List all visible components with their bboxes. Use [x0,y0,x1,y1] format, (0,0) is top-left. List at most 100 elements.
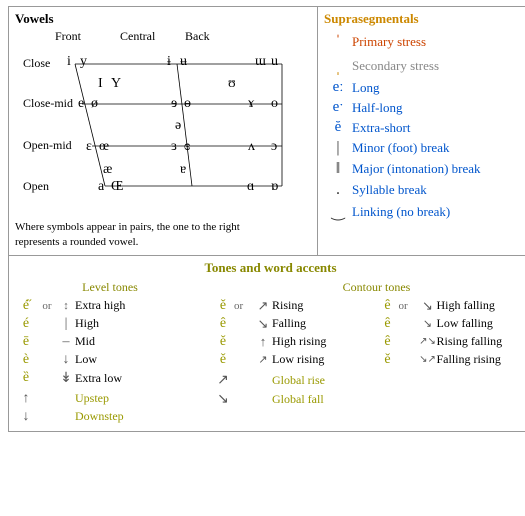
low-rising-label: Low rising [272,352,377,367]
high-falling-label: High falling [437,298,525,313]
global-rise-label: Global rise [272,373,377,388]
contour-falling: ê ↘ Falling [212,316,377,332]
vowels-note: Where symbols appear in pairs, the one t… [15,220,311,251]
rising-arrow: ↗ [254,298,272,314]
downstep-sym: ↓ [15,409,37,425]
vowel-chart: Close Close-mid Open-mid Open i y ɨ ʉ ɯ … [23,46,311,216]
vowel-oe-open: œ [99,139,109,155]
global-fall-sym: ↘ [212,391,234,408]
contour-global-rise: ↗ Global rise [212,372,377,389]
vowel-lambda: ʌ [248,139,255,155]
tones-section: Tones and word accents Level tones é̋ or… [8,256,525,432]
level-tones-col: Level tones é̋ or ↕ Extra high é | High … [15,280,205,427]
tones-columns: Level tones é̋ or ↕ Extra high é | High … [15,280,525,427]
tone-extra-low: ȅ ↡ Extra low [15,370,205,387]
row-close-mid: Close-mid [23,96,73,111]
high-falling-sym: ê [377,298,399,314]
vowel-u-central: ʉ [180,54,187,70]
vowel-i: i [67,54,71,70]
global-rise-sym: ↗ [212,372,234,389]
high-rising-sym: ě [212,334,234,350]
vowel-trapezoid [23,46,311,216]
low-falling-sym: ê [377,316,399,332]
supra-secondary-stress: ˌ Secondary stress [324,55,525,76]
vowel-Y: Y [111,76,121,92]
contour-low-falling: ê ↘ Low falling [377,316,525,332]
linking-label: Linking (no break) [352,204,450,220]
row-close: Close [23,56,50,71]
vowel-upsilon: ʊ [228,76,236,92]
low-arrow: ↓ [57,352,75,368]
c-or7: or [399,300,419,312]
syllable-break-symbol: . [324,181,352,199]
c-or1: or [234,300,254,312]
vowel-o-central: ɵ [184,96,191,112]
high-arrow: | [57,316,75,332]
contour-left: ě or ↗ Rising ê ↘ Falling ě [212,298,377,410]
vowel-I: I [98,76,103,92]
rising-falling-arrow: ↗↘ [419,336,437,347]
row-open: Open [23,179,49,194]
vowel-epsilon: ɛ [86,139,92,155]
tone-extra-high: é̋ or ↕ Extra high [15,298,205,314]
vowel-a-back: ɑ [247,179,254,195]
low-rising-sym: ě [212,352,234,368]
contour-high-rising: ě ↑ High rising [212,334,377,350]
half-long-symbol: eˑ [324,99,352,116]
vowel-a-raised: ɐ [180,162,186,178]
suprasegmentals-section: Suprasegmentals ˈ Primary stress ˌ Secon… [318,6,525,256]
falling-rising-label: Falling rising [437,352,525,367]
low-rising-arrow: ↗ [254,353,272,366]
global-fall-label: Global fall [272,392,377,407]
vowel-oe: ø [91,96,98,112]
col-back: Back [185,29,240,44]
vowel-ae: æ [103,162,112,178]
vowel-rams: ɤ [248,96,254,112]
or1: or [37,300,57,312]
extra-high-arrow: ↕ [57,300,75,312]
high-rising-label: High rising [272,334,377,349]
vowel-w: ɯ [255,54,266,70]
vowel-e: e [78,96,84,112]
secondary-stress-symbol: ˌ [324,55,352,76]
high-label: High [75,316,205,331]
supra-long: eː Long [324,79,525,96]
extra-short-label: Extra-short [352,120,410,136]
long-symbol: eː [324,79,352,96]
extra-high-label: Extra high [75,298,205,313]
syllable-break-label: Syllable break [352,182,427,198]
rising-falling-sym: ê [377,334,399,350]
vowels-header: Front Central Back [55,29,311,44]
supra-extra-short: ĕ Extra-short [324,119,525,136]
tone-upstep: ↑ Upstep [15,391,205,407]
vowel-y: y [80,54,87,70]
contour-rising-falling: ê ↗↘ Rising falling [377,334,525,350]
major-break-symbol: ‖ [324,160,352,178]
primary-stress-label: Primary stress [352,34,426,50]
rising-sym: ě [212,298,234,314]
falling-sym: ê [212,316,234,332]
extra-high-sym: é̋ [15,298,37,314]
contour-tones-col: Contour tones ě or ↗ Rising ê [206,280,525,427]
col-front: Front [55,29,120,44]
row-open-mid: Open-mid [23,138,72,153]
vowel-a: a [98,179,104,195]
supra-title: Suprasegmentals [324,11,525,27]
upstep-sym: ↑ [15,391,37,407]
mid-arrow: – [57,334,75,350]
secondary-stress-label: Secondary stress [352,58,439,74]
tone-high: é | High [15,316,205,332]
contour-rising: ě or ↗ Rising [212,298,377,314]
main-layout: Vowels Front Central Back Close [8,6,517,432]
supra-half-long: eˑ Half-long [324,99,525,116]
level-tones-title: Level tones [15,280,205,295]
half-long-label: Half-long [352,100,403,116]
high-falling-arrow: ↘ [419,298,437,314]
upstep-label: Upstep [75,391,205,406]
extra-low-label: Extra low [75,371,205,386]
contour-right: ê or ↘ High falling ê ↘ Low falling [377,298,525,410]
contour-global-fall: ↘ Global fall [212,391,377,408]
supra-linking: ‿ Linking (no break) [324,202,525,222]
extra-low-arrow: ↡ [57,370,75,387]
extra-low-sym: ȅ [15,370,37,386]
